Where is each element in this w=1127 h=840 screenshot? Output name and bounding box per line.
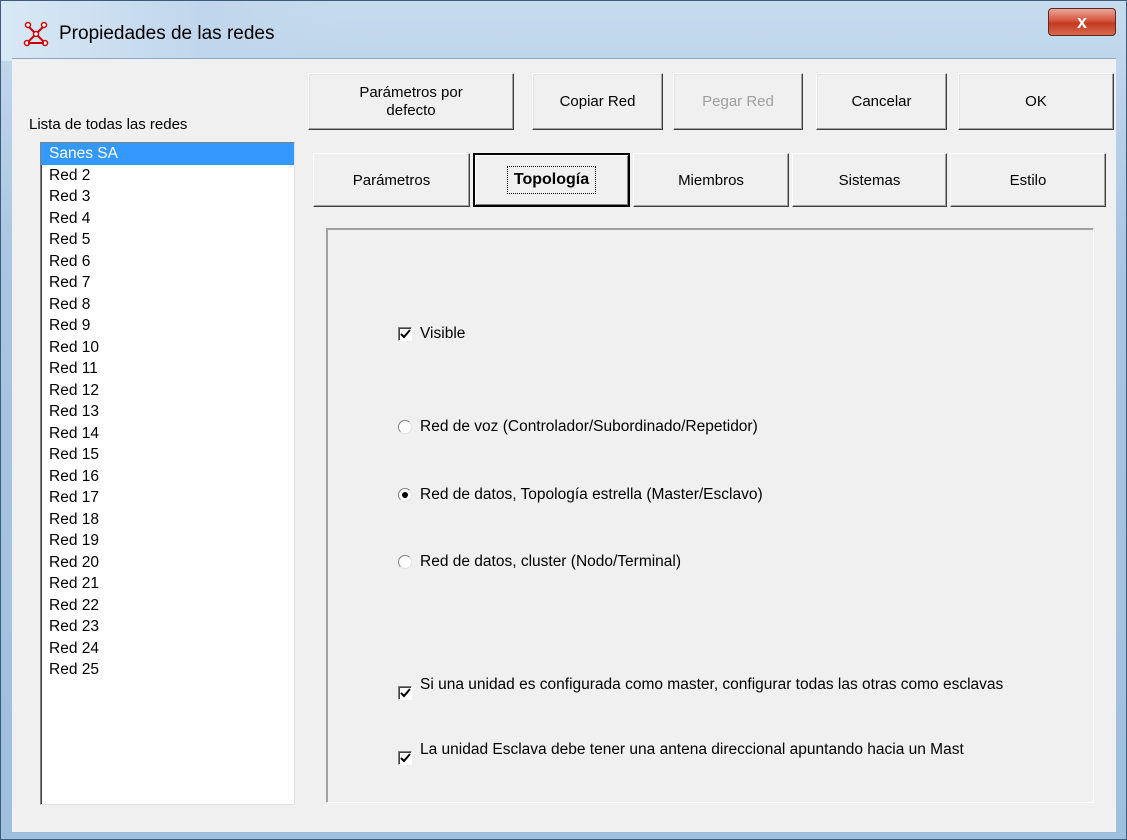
tab-topologia-label: Topología — [506, 166, 597, 194]
cancel-label: Cancelar — [851, 92, 912, 110]
cancel-button[interactable]: Cancelar — [816, 73, 947, 130]
paste-network-button[interactable]: Pegar Red — [673, 73, 803, 130]
radio-selected-dot-icon — [402, 492, 408, 498]
list-item[interactable]: Red 22 — [41, 595, 294, 617]
window-title: Propiedades de las redes — [59, 23, 275, 44]
title-bar[interactable]: Propiedades de las redes x — [1, 1, 1127, 57]
tab-parametros[interactable]: Parámetros — [313, 153, 470, 207]
tab-estilo-label: Estilo — [1009, 171, 1047, 189]
list-item[interactable]: Red 7 — [41, 272, 294, 294]
network-list-caption: Lista de todas las redes — [29, 116, 188, 133]
checkmark-icon — [400, 753, 411, 763]
list-item[interactable]: Red 23 — [41, 616, 294, 638]
ok-button[interactable]: OK — [958, 73, 1114, 130]
checkmark-icon — [400, 329, 411, 339]
default-parameters-button[interactable]: Parámetros por defecto — [308, 73, 514, 130]
network-app-icon — [23, 21, 49, 47]
list-item[interactable]: Red 10 — [41, 337, 294, 359]
list-item[interactable]: Red 9 — [41, 315, 294, 337]
radio-cluster-label: Red de datos, cluster (Nodo/Terminal) — [420, 553, 682, 570]
radio-star-topology[interactable] — [398, 488, 412, 502]
list-item[interactable]: Red 16 — [41, 466, 294, 488]
list-item[interactable]: Red 24 — [41, 638, 294, 660]
master-slaves-checkbox[interactable] — [398, 686, 412, 700]
close-button[interactable]: x — [1048, 8, 1116, 36]
network-list[interactable]: Sanes SA Red 2 Red 3 Red 4 Red 5 Red 6 Red 7 Re… — [40, 142, 295, 805]
paste-network-label: Pegar Red — [702, 92, 774, 110]
radio-cluster[interactable] — [398, 555, 412, 569]
radio-star-topology-label: Red de datos, Topología estrella (Master… — [420, 486, 763, 503]
list-item[interactable]: Red 3 — [41, 186, 294, 208]
list-item[interactable]: Red 18 — [41, 509, 294, 531]
tab-estilo[interactable]: Estilo — [950, 153, 1106, 207]
list-item[interactable]: Red 25 — [41, 659, 294, 681]
tab-sistemas-label: Sistemas — [838, 171, 901, 189]
tab-topologia[interactable]: Topología — [473, 153, 630, 207]
list-item[interactable]: Red 13 — [41, 401, 294, 423]
list-item[interactable]: Red 5 — [41, 229, 294, 251]
list-item[interactable]: Red 20 — [41, 552, 294, 574]
list-item[interactable]: Red 19 — [41, 530, 294, 552]
list-item[interactable]: Red 21 — [41, 573, 294, 595]
list-item[interactable]: Red 15 — [41, 444, 294, 466]
visible-checkbox[interactable] — [398, 327, 412, 341]
list-item[interactable]: Red 2 — [41, 165, 294, 187]
master-slaves-label: Si una unidad es configurada como master… — [420, 676, 1004, 693]
tab-sistemas[interactable]: Sistemas — [792, 153, 947, 207]
list-item[interactable]: Red 17 — [41, 487, 294, 509]
copy-network-button[interactable]: Copiar Red — [532, 73, 663, 130]
default-parameters-label: Parámetros por defecto — [359, 83, 463, 119]
radio-voice-network[interactable] — [398, 420, 412, 434]
tab-parametros-label: Parámetros — [352, 171, 431, 189]
checkmark-icon — [400, 688, 411, 698]
list-item[interactable]: Red 11 — [41, 358, 294, 380]
list-item[interactable]: Sanes SA — [41, 143, 294, 165]
ok-label: OK — [1025, 92, 1047, 110]
list-item[interactable]: Red 4 — [41, 208, 294, 230]
slave-antenna-label: La unidad Esclava debe tener una antena … — [420, 741, 964, 758]
window-frame: Propiedades de las redes x Lista de toda… — [0, 0, 1127, 840]
list-item[interactable]: Red 6 — [41, 251, 294, 273]
slave-antenna-checkbox[interactable] — [398, 751, 412, 765]
visible-label: Visible — [420, 325, 466, 342]
list-item[interactable]: Red 12 — [41, 380, 294, 402]
radio-voice-network-label: Red de voz (Controlador/Subordinado/Repe… — [420, 418, 758, 435]
tab-miembros[interactable]: Miembros — [633, 153, 789, 207]
list-item[interactable]: Red 14 — [41, 423, 294, 445]
list-item[interactable]: Red 8 — [41, 294, 294, 316]
topology-panel — [326, 228, 1094, 803]
close-icon: x — [1076, 12, 1087, 32]
copy-network-label: Copiar Red — [559, 92, 636, 110]
tab-miembros-label: Miembros — [678, 171, 744, 189]
